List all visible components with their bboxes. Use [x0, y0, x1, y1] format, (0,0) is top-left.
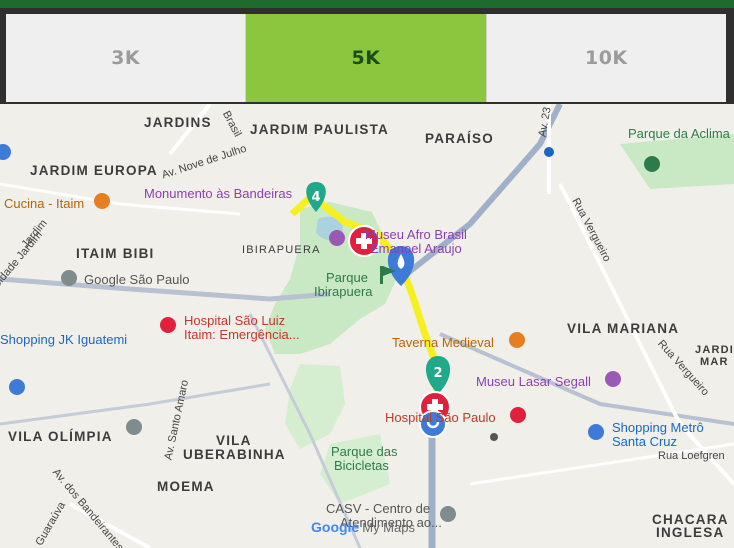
- district-jardim-europa: JARDIM EUROPA: [30, 163, 158, 178]
- district-paraiso: PARAÍSO: [425, 131, 494, 146]
- poi-hospital-luiz-2[interactable]: Itaim: Emergência...: [184, 327, 300, 342]
- school-icon: [126, 419, 142, 435]
- poi-parque-ibirapuera-2[interactable]: Ibirapuera: [314, 284, 373, 299]
- poi-shopping-metro[interactable]: Shopping Metrô: [612, 420, 704, 435]
- district-ibirapuera: IBIRAPUERA: [242, 244, 321, 256]
- park-area: [285, 364, 345, 449]
- poi-museu-afro[interactable]: Museu Afro Brasil: [365, 227, 467, 242]
- my-maps-label: My Maps: [362, 520, 415, 535]
- district-mar-right: MAR: [700, 356, 729, 368]
- poi-google[interactable]: Google São Paulo: [84, 272, 190, 287]
- route-map[interactable]: 4 2 JARDINS JARDIM PAULISTA PARAÍSO JARD…: [0, 104, 734, 548]
- poi-casv[interactable]: CASV - Centro de: [326, 501, 430, 516]
- poi-parque-bicicletas-2[interactable]: Bicicletas: [334, 458, 389, 473]
- district-itaim-bibi: ITAIM BIBI: [76, 246, 155, 261]
- restaurant-icon: [509, 332, 525, 348]
- poi-shopping-metro-2[interactable]: Santa Cruz: [612, 434, 677, 449]
- museum-icon: [329, 230, 345, 246]
- district-jardins: JARDINS: [144, 115, 212, 130]
- shopping-icon: [588, 424, 604, 440]
- museum-icon: [605, 371, 621, 387]
- tab-5k[interactable]: 5K: [246, 14, 487, 102]
- district-vila-mariana: VILA MARIANA: [567, 321, 680, 336]
- street-loefgren: Rua Loefgren: [658, 450, 725, 462]
- top-bar: [0, 0, 734, 8]
- restaurant-icon: [94, 193, 110, 209]
- tab-10k[interactable]: 10K: [486, 14, 726, 102]
- district-jardim-right: JARDIM: [695, 344, 734, 356]
- poi-hospital-sp[interactable]: Hospital São Paulo: [385, 410, 496, 425]
- office-icon: [440, 506, 456, 522]
- poi-museu-lasar[interactable]: Museu Lasar Segall: [476, 374, 591, 389]
- google-logo: Google: [311, 519, 360, 535]
- office-icon: [61, 270, 77, 286]
- transit-icon: [0, 144, 11, 160]
- poi-parque-bicicletas[interactable]: Parque das: [331, 444, 398, 459]
- poi-monumento[interactable]: Monumento às Bandeiras: [144, 186, 292, 201]
- svg-text:2: 2: [433, 366, 442, 381]
- district-vila: VILA: [216, 433, 252, 448]
- poi-cucina[interactable]: Cucina - Itaim: [4, 196, 84, 211]
- metro-icon: [544, 147, 554, 157]
- shopping-icon: [9, 379, 25, 395]
- road-2: [0, 382, 271, 426]
- poi-parque-ibirapuera[interactable]: Parque: [326, 270, 368, 285]
- parque-aclimacao: [620, 134, 734, 189]
- poi-taverna[interactable]: Taverna Medieval: [392, 335, 494, 350]
- svg-text:4: 4: [311, 190, 320, 205]
- poi-parque-aclima[interactable]: Parque da Aclima: [628, 126, 730, 141]
- poi-shopping-jk[interactable]: Shopping JK Iguatemi: [0, 332, 127, 347]
- marker-2[interactable]: 2: [425, 356, 451, 394]
- poi-hospital-luiz[interactable]: Hospital São Luiz: [184, 313, 285, 328]
- place-dot: [490, 433, 498, 441]
- distance-tabs: 3K 5K 10K: [6, 14, 726, 102]
- hospital-icon: [160, 317, 176, 333]
- google-my-maps-logo: Google My Maps: [311, 519, 415, 535]
- park-icon: [644, 156, 660, 172]
- tab-3k[interactable]: 3K: [6, 14, 247, 102]
- poi-museu-afro-2[interactable]: Emanoel Araujo: [370, 241, 462, 256]
- district-moema: MOEMA: [157, 479, 215, 494]
- district-vila-olimpia: VILA OLÍMPIA: [8, 429, 113, 444]
- district-inglesa: INGLESA: [656, 525, 725, 540]
- hospital-icon: [510, 407, 526, 423]
- district-uberabinha: UBERABINHA: [183, 447, 286, 462]
- district-jardim-paulista: JARDIM PAULISTA: [250, 122, 389, 137]
- distance-tab-bar: 3K 5K 10K: [0, 8, 734, 104]
